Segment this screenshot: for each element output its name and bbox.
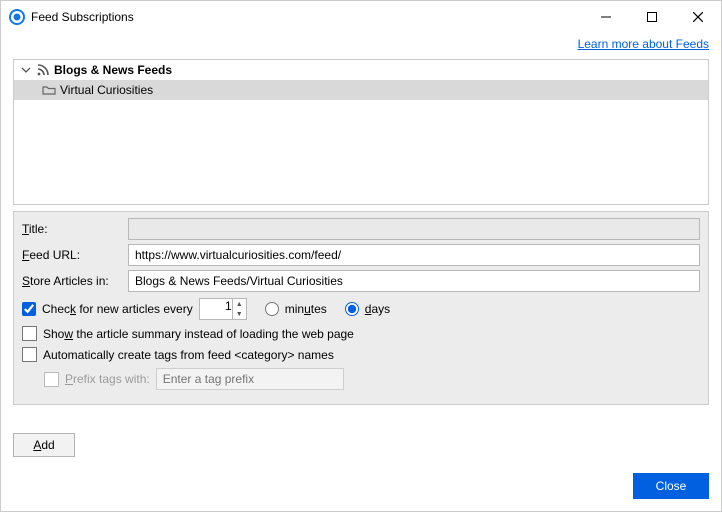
feed-properties-panel: Title: Feed URL: Store Articles in: Chec… [13, 211, 709, 405]
title-input[interactable] [128, 218, 700, 240]
titlebar: Feed Subscriptions [1, 1, 721, 33]
check-interval-value: 1 [225, 299, 232, 313]
add-button[interactable]: Add [13, 433, 75, 457]
store-input[interactable] [128, 270, 700, 292]
prefix-checkbox [44, 372, 59, 387]
check-interval-label: Check for new articles every [42, 302, 193, 316]
check-interval-spinner[interactable]: 1 ▲▼ [199, 298, 247, 320]
feed-url-input[interactable] [128, 244, 700, 266]
days-radio[interactable] [345, 302, 359, 316]
chevron-down-icon[interactable] [20, 64, 32, 76]
tree-root-label: Blogs & News Feeds [54, 63, 172, 77]
minimize-button[interactable] [583, 1, 629, 33]
feed-url-label: Feed URL: [22, 248, 122, 262]
spinner-buttons[interactable]: ▲▼ [232, 299, 246, 319]
learn-more-link[interactable]: Learn more about Feeds [13, 37, 709, 51]
days-label: days [365, 302, 390, 316]
minutes-label: minutes [285, 302, 327, 316]
autotag-label: Automatically create tags from feed <cat… [43, 348, 334, 362]
window-title: Feed Subscriptions [31, 10, 134, 24]
store-label: Store Articles in: [22, 274, 122, 288]
check-interval-checkbox[interactable] [22, 302, 36, 316]
prefix-label: Prefix tags with: [65, 372, 150, 386]
folder-icon [42, 83, 56, 97]
content-area: Learn more about Feeds Blogs & News Feed… [1, 33, 721, 511]
feed-tree[interactable]: Blogs & News Feeds Virtual Curiosities [13, 59, 709, 205]
minutes-radio[interactable] [265, 302, 279, 316]
maximize-button[interactable] [629, 1, 675, 33]
show-summary-checkbox[interactable] [22, 326, 37, 341]
title-label: Title: [22, 222, 122, 236]
app-icon [9, 9, 25, 25]
close-window-button[interactable] [675, 1, 721, 33]
prefix-input [156, 368, 344, 390]
show-summary-label: Show the article summary instead of load… [43, 327, 354, 341]
rss-icon [36, 63, 50, 77]
tree-root-row[interactable]: Blogs & News Feeds [14, 60, 708, 80]
autotag-checkbox[interactable] [22, 347, 37, 362]
tree-child-row[interactable]: Virtual Curiosities [14, 80, 708, 100]
window-controls [583, 1, 721, 33]
tree-child-label: Virtual Curiosities [60, 83, 153, 97]
close-button[interactable]: Close [633, 473, 709, 499]
